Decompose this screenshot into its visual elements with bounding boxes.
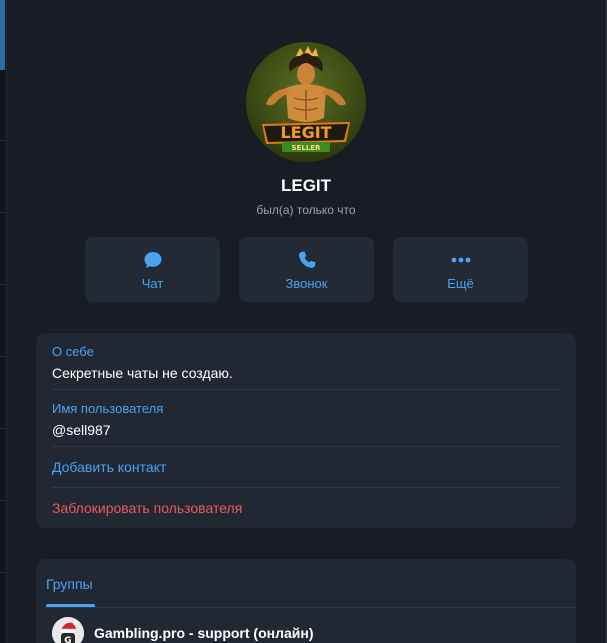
- call-button-label: Звонок: [285, 275, 328, 291]
- add-contact-button[interactable]: Добавить контакт: [52, 459, 560, 475]
- group-avatar: G: [52, 617, 84, 643]
- avatar-logo-subtext: SELLER: [292, 144, 322, 152]
- divider: [52, 389, 560, 390]
- profile-window: LEGIT SELLER LEGIT был(а) только что Чат…: [0, 0, 607, 643]
- profile-actions: Чат Звонок Ещё: [85, 237, 528, 302]
- sidebar-separator: [0, 284, 7, 285]
- call-button[interactable]: Звонок: [239, 237, 374, 302]
- username-label: Имя пользователя: [52, 401, 164, 416]
- svg-text:G: G: [64, 636, 71, 643]
- sidebar-edge: [0, 0, 7, 643]
- profile-status: был(а) только что: [256, 203, 356, 217]
- bio-section: О себе Секретные чаты не создаю.: [52, 344, 560, 381]
- more-button[interactable]: Ещё: [393, 237, 528, 302]
- sidebar-separator: [0, 140, 7, 141]
- profile-name: LEGIT: [280, 176, 332, 195]
- avatar-logo-text: LEGIT: [280, 123, 331, 142]
- sidebar-separator: [0, 428, 7, 429]
- gambling-logo-icon: G: [52, 617, 84, 643]
- chat-bubble-icon: [142, 249, 164, 271]
- group-name: Gambling.pro - support (онлайн): [94, 625, 314, 641]
- more-dots-icon: [450, 249, 472, 271]
- groups-card: Группы G Gambling.pro - support (онлайн): [36, 559, 576, 643]
- block-user-row[interactable]: Заблокировать пользователя: [52, 500, 560, 516]
- add-contact-row[interactable]: Добавить контакт: [52, 459, 560, 475]
- bio-label: О себе: [52, 344, 94, 359]
- sidebar-separator: [0, 572, 7, 573]
- sidebar-separator: [0, 356, 7, 357]
- phone-icon: [296, 249, 318, 271]
- bio-value: Секретные чаты не создаю.: [52, 365, 233, 381]
- sidebar-active-indicator: [0, 0, 5, 70]
- profile-info-card: О себе Секретные чаты не создаю. Имя пол…: [36, 333, 576, 528]
- divider: [52, 446, 560, 447]
- tab-groups[interactable]: Группы: [46, 576, 93, 592]
- sidebar-separator: [0, 500, 7, 501]
- chat-button-label: Чат: [141, 275, 164, 291]
- block-user-button[interactable]: Заблокировать пользователя: [52, 500, 560, 516]
- divider: [52, 487, 560, 488]
- group-list-item[interactable]: G Gambling.pro - support (онлайн): [52, 615, 576, 643]
- more-button-label: Ещё: [447, 275, 474, 291]
- legit-seller-logo-icon: LEGIT SELLER: [262, 46, 350, 152]
- divider: [46, 607, 576, 608]
- profile-avatar[interactable]: LEGIT SELLER: [246, 42, 366, 162]
- username-value[interactable]: @sell987: [52, 422, 560, 438]
- chat-button[interactable]: Чат: [85, 237, 220, 302]
- username-section[interactable]: Имя пользователя @sell987: [52, 401, 560, 438]
